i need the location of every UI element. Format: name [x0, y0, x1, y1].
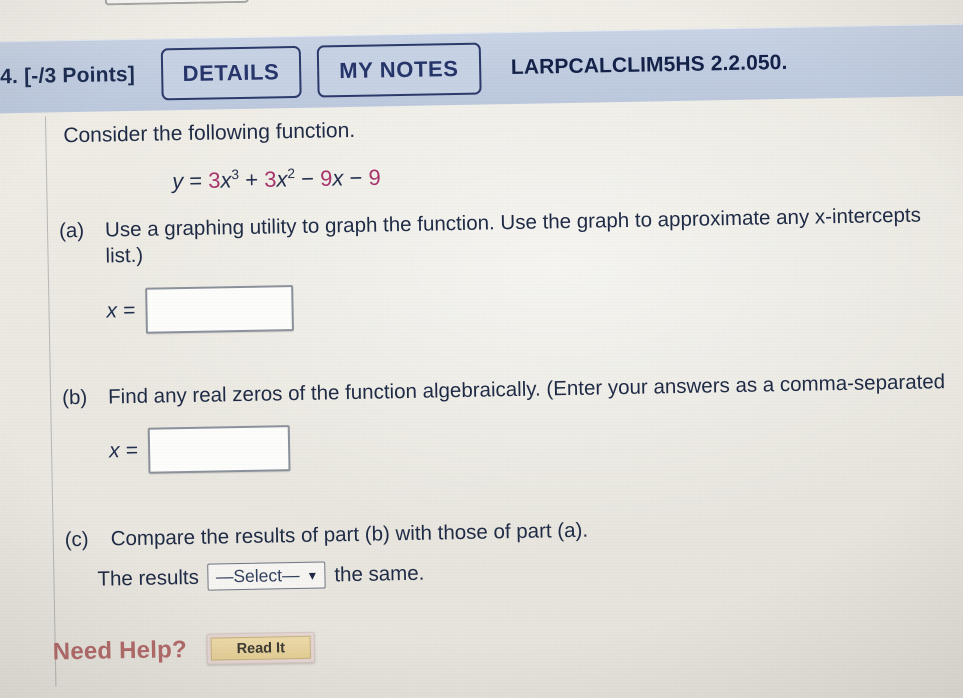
question-content: Consider the following function. y = 3x3…: [0, 98, 963, 698]
part-b: (b) Find any real zeros of the function …: [62, 367, 963, 411]
part-c-text-line1: Compare the results of part (b) with tho…: [110, 518, 589, 551]
part-c-results-row: The results —Select— ▼ the same.: [97, 560, 425, 593]
my-notes-button[interactable]: MY NOTES: [316, 42, 482, 98]
part-a-tag: (a): [58, 218, 85, 243]
results-suffix-text: the same.: [334, 561, 425, 586]
my-notes-button-label: MY NOTES: [339, 55, 459, 84]
equation-term1-exponent: 3: [231, 167, 240, 183]
compare-select[interactable]: —Select— ▼: [207, 561, 326, 591]
equation-term2-exponent: 2: [287, 165, 296, 182]
equation-term3-coefficient: 9: [319, 165, 333, 191]
part-b-answer-row: x =: [108, 425, 291, 474]
previous-question-box-remnant: [104, 0, 249, 6]
equation-minus-operator-1: −: [300, 165, 315, 192]
equation-term2-variable: x: [276, 166, 288, 192]
part-a-answer-label: x =: [106, 298, 136, 323]
left-margin-rule: [44, 116, 57, 687]
details-button[interactable]: DETAILS: [160, 45, 302, 101]
question-number: 14. [-/3 Points]: [0, 62, 136, 89]
equation-lhs: y: [171, 168, 184, 194]
read-it-button[interactable]: Read It: [210, 635, 311, 661]
equation-term3-variable: x: [332, 165, 344, 191]
read-it-button-frame: Read It: [206, 631, 316, 665]
chevron-down-icon: ▼: [306, 568, 319, 583]
part-c-tag: (c): [64, 527, 89, 552]
equation-plus-operator: +: [244, 166, 259, 193]
results-prefix-text: The results: [97, 565, 200, 591]
function-equation: y = 3x3 + 3x2 − 9x − 9: [172, 164, 381, 194]
assignment-page: 14. [-/3 Points] DETAILS MY NOTES LARPCA…: [0, 0, 963, 698]
part-b-answer-input[interactable]: [147, 425, 291, 474]
equation-term2-coefficient: 3: [263, 166, 277, 192]
equation-minus-operator-2: −: [349, 165, 363, 191]
compare-select-value: —Select—: [215, 564, 300, 587]
part-c: (c) Compare the results of part (b) with…: [65, 509, 963, 553]
need-help-label: Need Help?: [52, 635, 188, 666]
part-a: (a) Use a graphing utility to graph the …: [59, 200, 963, 271]
details-button-label: DETAILS: [182, 59, 280, 87]
screen-photo-backdrop: 14. [-/3 Points] DETAILS MY NOTES LARPCA…: [0, 0, 963, 698]
read-it-button-label: Read It: [236, 639, 286, 657]
need-help-row: Need Help? Read It: [52, 631, 316, 668]
equation-term1-coefficient: 3: [208, 167, 221, 193]
equation-equals: =: [189, 168, 203, 194]
part-b-text-line1: Find any real zeros of the function alge…: [107, 370, 946, 409]
part-a-answer-row: x =: [106, 285, 294, 334]
part-a-answer-input[interactable]: [144, 285, 294, 334]
part-b-answer-label: x =: [108, 438, 138, 463]
equation-term4-constant: 9: [368, 164, 381, 190]
assignment-code: LARPCALCLIM5HS 2.2.050.: [510, 50, 788, 80]
question-intro-text: Consider the following function.: [63, 118, 356, 148]
part-b-tag: (b): [61, 385, 88, 410]
